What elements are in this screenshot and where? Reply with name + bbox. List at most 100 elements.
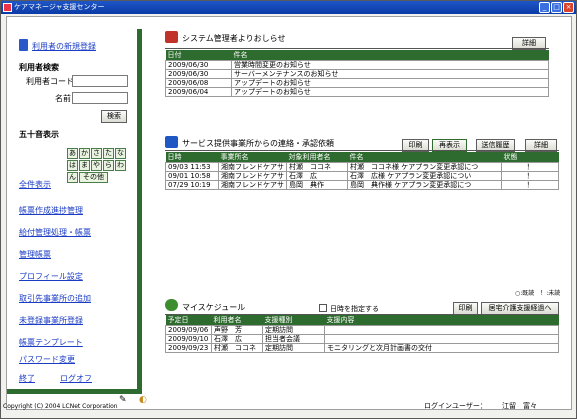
table-row[interactable]: 2009/06/30 サーバーメンテナンスのお知らせ [165,69,549,79]
contact-datetime: 07/29 10:19 [165,180,219,190]
kana-ya[interactable]: や [91,160,102,171]
show-all-link[interactable]: 全件表示 [19,179,51,190]
kana-ka[interactable]: か [79,148,90,159]
contact-datetime: 09/01 10:58 [165,171,219,181]
kana-ma[interactable]: ま [79,160,90,171]
contact-user: 村瀬 ココネ [286,162,348,172]
schedule-content: モニタリングと次月計画書の交付 [324,343,559,353]
notice-subject[interactable]: アップデートのお知らせ [231,87,549,97]
help-icon[interactable]: ◐ [139,395,147,405]
menu-profile-settings[interactable]: プロフィール設定 [19,271,83,282]
schedule-user: 村瀬 ココネ [211,343,263,353]
table-row[interactable]: 07/29 10:19 湘南フレンドケアサ 島岡 典作 島岡 典作様 ケアプラン… [165,180,559,190]
menu-report-progress[interactable]: 帳票作成進捗管理 [19,205,83,216]
table-row[interactable]: 09/01 10:58 湘南フレンドケアサ 石澤 広 石澤 広様 ケアプラン変更… [165,171,559,181]
schedule-type: 担当者会議 [262,334,325,344]
kana-na[interactable]: な [115,148,126,159]
search-button[interactable]: 検索 [101,110,127,123]
contact-status: ！ [501,180,559,190]
user-code-label: 利用者コード [26,77,74,86]
logoff-link[interactable]: ログオフ [60,373,92,384]
menu-change-password[interactable]: パスワード変更 [19,354,75,365]
contact-col-subject: 件名 [347,152,502,163]
login-user-name: 江留 富々 [502,402,537,410]
notice-divider [165,48,549,49]
table-row[interactable]: 09/03 11:53 湘南フレンドケアサ 村瀬 ココネ 村瀬 ココネ様 ケアプ… [165,162,559,172]
read-status-legend: ○:既読 ！:未読 [515,290,561,297]
clock-icon [165,299,178,311]
schedule-col-content: 支援内容 [324,315,559,326]
notice-date: 2009/06/30 [165,69,232,79]
register-user-link[interactable]: 利用者の新規登録 [32,41,96,52]
user-code-input[interactable] [72,75,128,87]
sidebar: 利用者の新規登録 利用者検索 利用者コード 名前 検索 五十音表示 あ か さ … [7,17,142,394]
kana-ha[interactable]: は [67,160,78,171]
menu-report-template[interactable]: 帳票テンプレート [19,337,83,348]
app-window: ケアマネージャ支援センター _ □ × 利用者の新規登録 利用者検索 利用者コー… [0,0,577,419]
kana-other[interactable]: その他 [79,172,108,183]
user-name-input[interactable] [72,92,128,104]
user-register-icon [19,39,28,51]
contact-title: サービス提供事業所からの連絡・承認依頼 [182,139,334,148]
kana-n[interactable]: ん [67,172,78,183]
contact-subject[interactable]: 島岡 典作様 ケアプラン変更承認につ [347,180,502,190]
maximize-icon[interactable]: □ [551,2,562,13]
schedule-col-date: 予定日 [165,315,212,326]
contact-datetime: 09/03 11:53 [165,162,219,172]
table-row[interactable]: 2009/06/30 営業時間変更のお知らせ [165,60,549,70]
table-row[interactable]: 2009/06/08 アップデートのお知らせ [165,78,549,88]
contact-status: ！ [501,162,559,172]
table-row[interactable]: 2009/06/04 アップデートのお知らせ [165,87,549,97]
client-area: 利用者の新規登録 利用者検索 利用者コード 名前 検索 五十音表示 あ か さ … [6,16,572,410]
notice-subject[interactable]: 営業時間変更のお知らせ [231,60,549,70]
schedule-col-type: 支援種別 [262,315,325,326]
minimize-icon[interactable]: _ [539,2,550,13]
notice-date: 2009/06/04 [165,87,232,97]
menu-management-reports[interactable]: 管理帳票 [19,249,51,260]
schedule-date: 2009/09/06 [165,325,212,335]
contact-subject[interactable]: 石澤 広様 ケアプラン変更承認につい [347,171,502,181]
notice-subject[interactable]: サーバーメンテナンスのお知らせ [231,69,549,79]
table-row[interactable]: 2009/09/23 村瀬 ココネ 定期訪問 モニタリングと次月計画書の交付 [165,343,559,353]
app-icon [3,3,12,12]
copyright: Copyright (C) 2004 LCNet Corporation [3,403,118,410]
menu-unregistered-office[interactable]: 未登録事業所登録 [19,315,83,326]
window-title: ケアマネージャ支援センター [14,3,105,11]
close-icon[interactable]: × [563,2,574,13]
title-bar: ケアマネージャ支援センター _ □ × [1,1,576,14]
sidebar-rail [137,29,142,394]
schedule-user: 石澤 広 [211,334,263,344]
schedule-col-user: 利用者名 [211,315,263,326]
contact-col-status: 状態 [501,152,559,163]
contact-office: 湘南フレンドケアサ [218,162,287,172]
menu-add-business-partner[interactable]: 取引先事業所の追加 [19,293,91,304]
contact-divider [165,150,559,151]
date-specify-checkbox[interactable] [319,304,327,312]
notice-col-date: 日付 [165,50,232,61]
date-specify-label: 日時を指定する [330,305,379,313]
notice-date: 2009/06/08 [165,78,232,88]
kana-ra[interactable]: ら [103,160,114,171]
kana-a[interactable]: あ [67,148,78,159]
menu-benefit-management[interactable]: 給付管理処理・帳票 [19,227,91,238]
contact-table: 日時 事業所名 対象利用者名 件名 状態 09/03 11:53 湘南フレンドケ… [165,152,559,190]
kana-wa[interactable]: わ [115,160,126,171]
table-row[interactable]: 2009/09/10 石澤 広 担当者会議 [165,334,559,344]
contact-office: 湘南フレンドケアサ [218,171,287,181]
kana-heading: 五十音表示 [19,130,59,139]
schedule-type: 定期訪問 [262,325,325,335]
exit-link[interactable]: 終了 [19,373,35,384]
table-row[interactable]: 2009/09/06 声野 芳 定期訪問 [165,325,559,335]
contact-icon [165,136,178,148]
kana-ta[interactable]: た [103,148,114,159]
schedule-user: 声野 芳 [211,325,263,335]
kana-sa[interactable]: さ [91,148,102,159]
schedule-content [324,334,559,344]
contact-subject[interactable]: 村瀬 ココネ様 ケアプラン変更承認につ [347,162,502,172]
notice-subject[interactable]: アップデートのお知らせ [231,78,549,88]
notice-title: システム管理者よりおしらせ [182,34,286,43]
notice-icon [165,31,178,43]
schedule-table: 予定日 利用者名 支援種別 支援内容 2009/09/06 声野 芳 定期訪問 … [165,315,559,353]
schedule-date: 2009/09/23 [165,343,212,353]
pen-icon: ✎ [119,395,127,405]
